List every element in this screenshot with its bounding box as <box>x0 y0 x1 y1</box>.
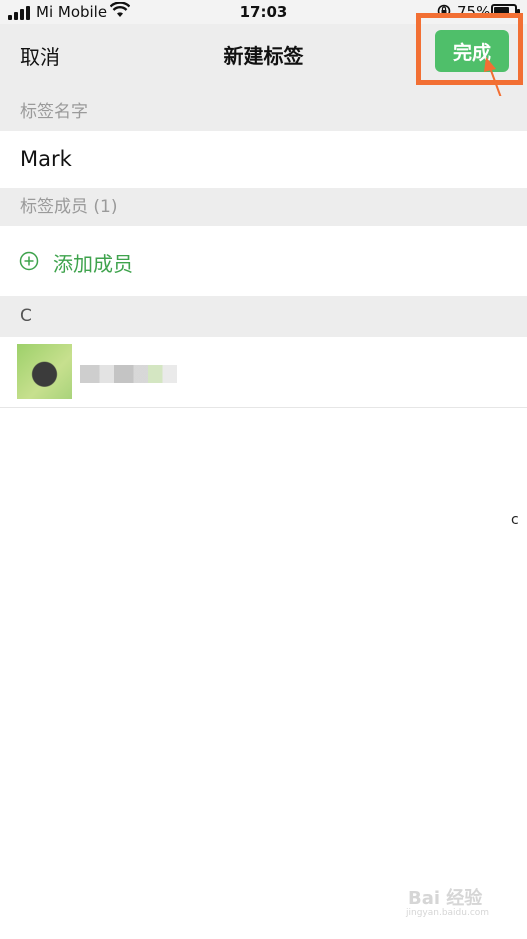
tag-name-header: 标签名字 <box>0 96 527 131</box>
contact-name-blurred <box>80 365 177 383</box>
baidu-watermark: Bai 经验 jingyan.baidu.com <box>400 878 510 918</box>
watermark-url: jingyan.baidu.com <box>406 908 490 918</box>
tag-members-header: 标签成员 (1) <box>0 188 527 226</box>
add-member-label: 添加成员 <box>53 252 133 276</box>
alphabet-index-letter[interactable]: c <box>511 512 519 528</box>
row-divider <box>0 407 527 408</box>
contact-row[interactable] <box>0 337 527 407</box>
tag-name-field[interactable]: Mark <box>0 131 527 188</box>
avatar <box>17 344 72 399</box>
watermark-text: Bai 经验 <box>408 888 483 909</box>
contact-section-letter: C <box>0 296 527 337</box>
tag-name-value: Mark <box>20 147 72 171</box>
add-member-button[interactable]: 添加成员 <box>0 226 527 296</box>
add-circle-icon <box>19 251 39 271</box>
